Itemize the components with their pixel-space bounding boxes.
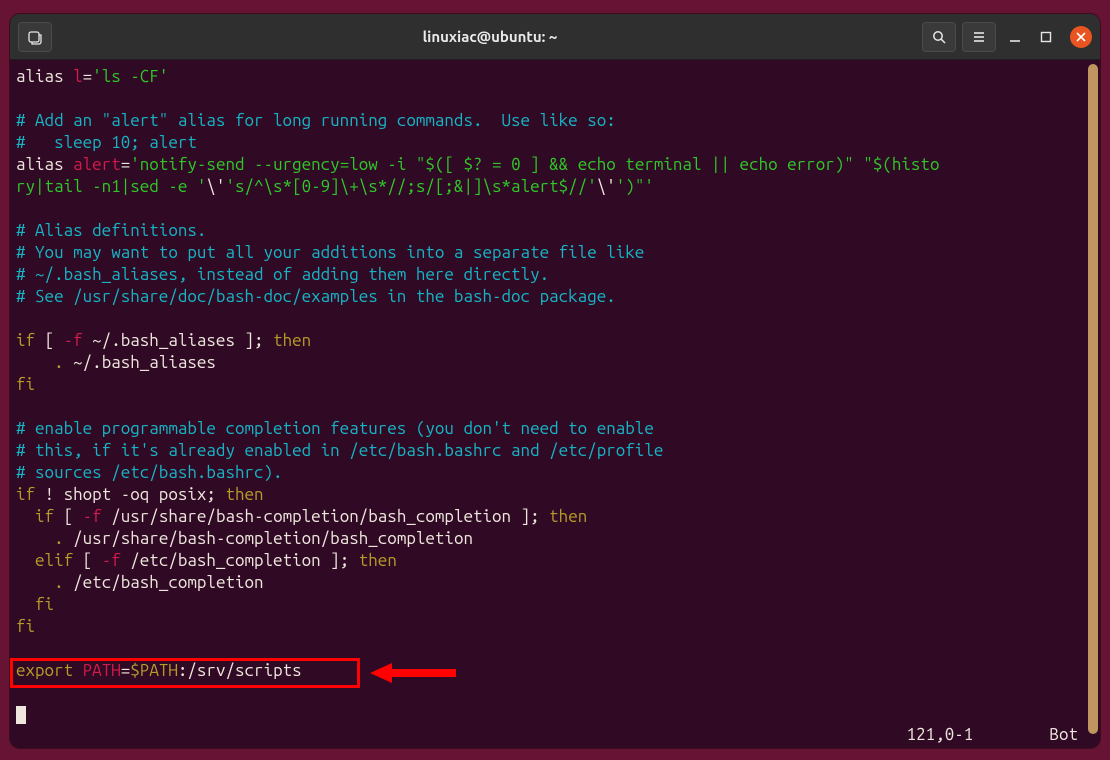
minimize-icon [1008, 30, 1022, 44]
window-title: linuxiac@ubuntu: ~ [58, 28, 922, 45]
maximize-icon [1040, 31, 1052, 43]
hamburger-icon [971, 29, 987, 45]
file-location: Bot [1049, 725, 1078, 744]
scrollbar[interactable] [1088, 64, 1098, 748]
minimize-button[interactable] [1008, 30, 1022, 44]
cursor [16, 706, 26, 724]
search-button[interactable] [922, 22, 956, 52]
new-tab-icon [27, 29, 43, 45]
close-icon [1076, 32, 1086, 42]
vim-statusbar: 121,0-1 Bot [907, 725, 1078, 744]
editor-content: alias l='ls -CF' # Add an "alert" alias … [16, 66, 1096, 726]
close-button[interactable] [1070, 26, 1092, 48]
window-controls [1008, 26, 1092, 48]
terminal-viewport[interactable]: alias l='ls -CF' # Add an "alert" alias … [10, 60, 1100, 748]
maximize-button[interactable] [1040, 31, 1052, 43]
terminal-window: linuxiac@ubuntu: ~ [10, 14, 1100, 748]
search-icon [931, 29, 947, 45]
cursor-position: 121,0-1 [907, 725, 974, 744]
new-tab-button[interactable] [18, 22, 52, 52]
scrollbar-thumb[interactable] [1088, 64, 1098, 734]
menu-button[interactable] [962, 22, 996, 52]
titlebar: linuxiac@ubuntu: ~ [10, 14, 1100, 60]
